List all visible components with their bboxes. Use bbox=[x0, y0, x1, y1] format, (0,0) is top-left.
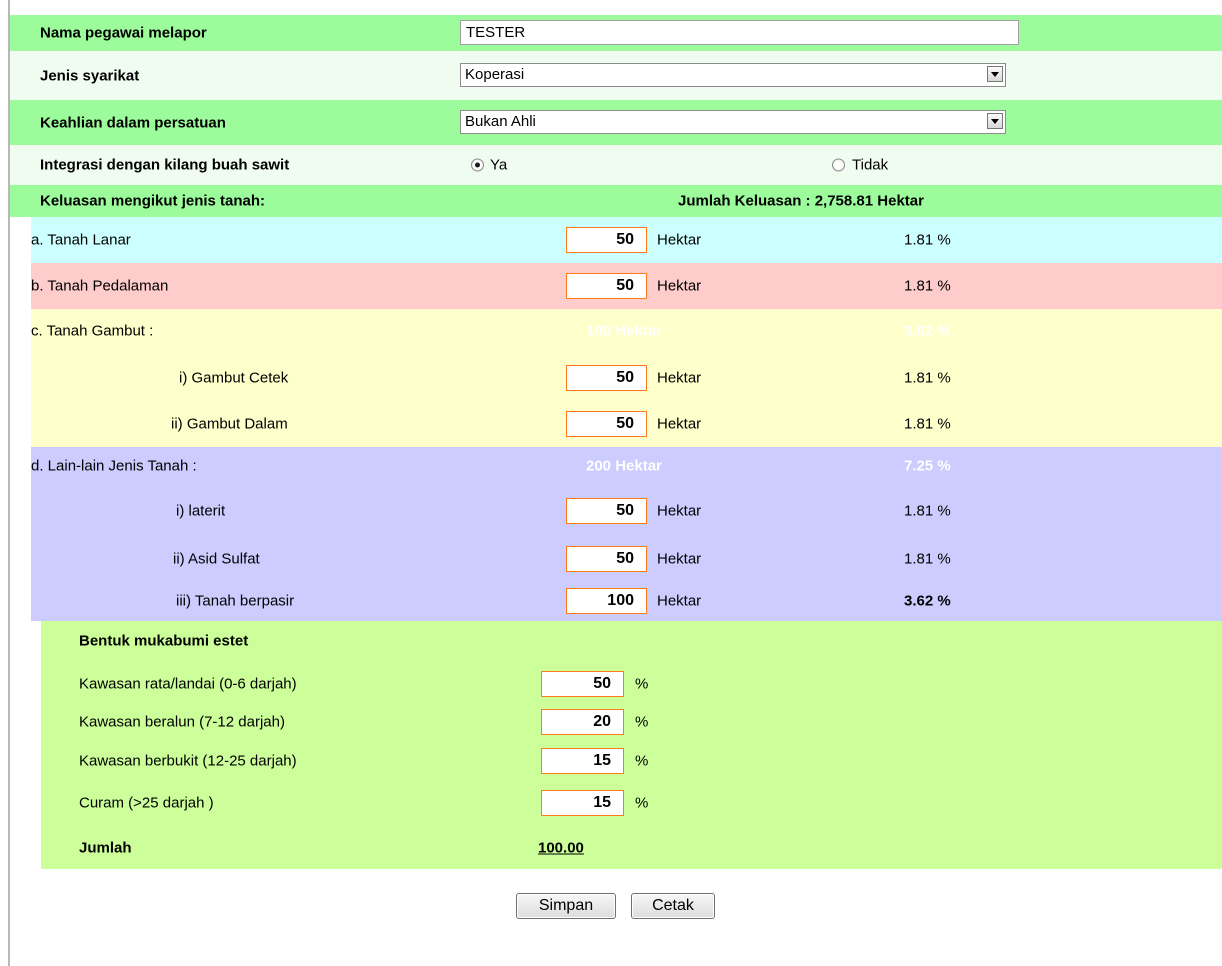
row-kawasan-berbukit: Kawasan berbukit (12-25 darjah) 15 % bbox=[41, 742, 1222, 780]
label-tanah-pedalaman: b. Tanah Pedalaman bbox=[31, 277, 169, 295]
block-tanah-gambut: c. Tanah Gambut : 100 Hektar 3.62 % i) G… bbox=[31, 309, 1222, 447]
lain-lain-total: 200 Hektar bbox=[586, 457, 662, 475]
label-nama-pegawai: Nama pegawai melapor bbox=[40, 24, 207, 42]
label-curam: Curam (>25 darjah ) bbox=[79, 794, 214, 812]
row-mukabumi-title: Bentuk mukabumi estet bbox=[41, 621, 1222, 661]
nama-pegawai-input[interactable] bbox=[460, 20, 1019, 45]
kawasan-rata-input[interactable]: 50 bbox=[541, 671, 624, 697]
tanah-gambut-total-percent: 3.62 % bbox=[904, 322, 951, 340]
curam-input[interactable]: 15 bbox=[541, 790, 624, 816]
unit-percent: % bbox=[635, 713, 649, 731]
keahlian-select[interactable]: Bukan Ahli bbox=[460, 110, 1006, 134]
label-gambut-cetek: i) Gambut Cetek bbox=[179, 369, 289, 387]
gambut-dalam-input[interactable]: 50 bbox=[566, 411, 647, 437]
unit-hektar: Hektar bbox=[657, 592, 702, 610]
row-keluasan-header: Keluasan mengikut jenis tanah: Jumlah Ke… bbox=[10, 185, 1222, 217]
gambut-cetek-input[interactable]: 50 bbox=[566, 365, 647, 391]
radio-tidak-label[interactable]: Tidak bbox=[852, 157, 888, 174]
jenis-syarikat-value: Koperasi bbox=[465, 66, 525, 83]
row-jumlah: Jumlah 100.00 bbox=[41, 831, 1222, 865]
radio-ya-label[interactable]: Ya bbox=[490, 157, 507, 174]
unit-hektar: Hektar bbox=[657, 502, 702, 520]
row-tanah-berpasir: iii) Tanah berpasir 100 Hektar 3.62 % bbox=[31, 581, 1222, 621]
label-kawasan-rata: Kawasan rata/landai (0-6 darjah) bbox=[79, 675, 297, 693]
unit-percent: % bbox=[635, 794, 649, 812]
label-asid-sulfat: ii) Asid Sulfat bbox=[173, 550, 260, 568]
radio-ya[interactable] bbox=[471, 158, 484, 172]
label-gambut-dalam: ii) Gambut Dalam bbox=[171, 415, 288, 433]
row-lain-lain: d. Lain-lain Jenis Tanah : 200 Hektar 7.… bbox=[31, 447, 1222, 485]
unit-hektar: Hektar bbox=[657, 415, 702, 433]
tanah-pedalaman-input[interactable]: 50 bbox=[566, 273, 647, 299]
jenis-syarikat-select[interactable]: Koperasi bbox=[460, 63, 1006, 87]
label-laterit: i) laterit bbox=[176, 502, 226, 520]
label-keahlian: Keahlian dalam persatuan bbox=[40, 114, 226, 131]
mukabumi-title: Bentuk mukabumi estet bbox=[79, 632, 249, 650]
block-mukabumi: Bentuk mukabumi estet Kawasan rata/landa… bbox=[41, 621, 1222, 869]
tanah-berpasir-input[interactable]: 100 bbox=[566, 588, 647, 614]
label-tanah-gambut: c. Tanah Gambut : bbox=[31, 322, 154, 340]
laterit-input[interactable]: 50 bbox=[566, 498, 647, 524]
chevron-down-icon[interactable] bbox=[987, 113, 1003, 129]
tanah-lanar-input[interactable]: 50 bbox=[566, 227, 647, 253]
cetak-button[interactable]: Cetak bbox=[631, 893, 715, 919]
label-tanah-lanar: a. Tanah Lanar bbox=[31, 231, 131, 249]
row-nama-pegawai: Nama pegawai melapor bbox=[10, 15, 1222, 51]
label-jenis-syarikat: Jenis syarikat bbox=[40, 67, 140, 84]
row-jenis-syarikat: Jenis syarikat Koperasi bbox=[10, 51, 1222, 100]
jumlah-value: 100.00 bbox=[538, 839, 584, 857]
label-integrasi: Integrasi dengan kilang buah sawit bbox=[40, 156, 290, 174]
unit-hektar: Hektar bbox=[657, 277, 702, 295]
row-kawasan-rata: Kawasan rata/landai (0-6 darjah) 50 % bbox=[41, 665, 1222, 703]
row-tanah-pedalaman: b. Tanah Pedalaman 50 Hektar 1.81 % bbox=[31, 263, 1222, 309]
keahlian-value: Bukan Ahli bbox=[465, 113, 536, 130]
asid-sulfat-percent: 1.81 % bbox=[904, 550, 951, 568]
kawasan-beralun-input[interactable]: 20 bbox=[541, 709, 624, 735]
chevron-down-icon[interactable] bbox=[987, 66, 1003, 82]
label-jumlah: Jumlah bbox=[79, 839, 132, 857]
tanah-berpasir-percent: 3.62 % bbox=[904, 592, 951, 610]
label-keluasan: Keluasan mengikut jenis tanah: bbox=[40, 192, 266, 210]
simpan-button[interactable]: Simpan bbox=[516, 893, 616, 919]
radio-tidak[interactable] bbox=[832, 158, 845, 172]
label-kawasan-beralun: Kawasan beralun (7-12 darjah) bbox=[79, 713, 285, 731]
unit-percent: % bbox=[635, 675, 649, 693]
unit-hektar: Hektar bbox=[657, 231, 702, 249]
row-tanah-lanar: a. Tanah Lanar 50 Hektar 1.81 % bbox=[31, 217, 1222, 263]
lain-lain-total-percent: 7.25 % bbox=[904, 457, 951, 475]
gambut-dalam-percent: 1.81 % bbox=[904, 415, 951, 433]
row-curam: Curam (>25 darjah ) 15 % bbox=[41, 784, 1222, 822]
row-kawasan-beralun: Kawasan beralun (7-12 darjah) 20 % bbox=[41, 703, 1222, 741]
row-integrasi: Integrasi dengan kilang buah sawit Ya Ti… bbox=[10, 145, 1222, 185]
unit-hektar: Hektar bbox=[657, 369, 702, 387]
label-tanah-berpasir: iii) Tanah berpasir bbox=[176, 592, 295, 610]
gambut-cetek-percent: 1.81 % bbox=[904, 369, 951, 387]
label-lain-lain: d. Lain-lain Jenis Tanah : bbox=[31, 457, 197, 475]
laterit-percent: 1.81 % bbox=[904, 502, 951, 520]
jumlah-keluasan: Jumlah Keluasan : 2,758.81 Hektar bbox=[678, 192, 924, 210]
asid-sulfat-input[interactable]: 50 bbox=[566, 546, 647, 572]
kawasan-berbukit-input[interactable]: 15 bbox=[541, 748, 624, 774]
block-lain-lain: d. Lain-lain Jenis Tanah : 200 Hektar 7.… bbox=[31, 447, 1222, 621]
label-kawasan-berbukit: Kawasan berbukit (12-25 darjah) bbox=[79, 752, 297, 770]
row-tanah-gambut: c. Tanah Gambut : 100 Hektar 3.62 % bbox=[31, 309, 1222, 353]
tanah-pedalaman-percent: 1.81 % bbox=[904, 277, 951, 295]
tanah-gambut-total: 100 Hektar bbox=[586, 322, 662, 340]
unit-hektar: Hektar bbox=[657, 550, 702, 568]
row-keahlian: Keahlian dalam persatuan Bukan Ahli bbox=[10, 100, 1222, 145]
row-gambut-dalam: ii) Gambut Dalam 50 Hektar 1.81 % bbox=[31, 401, 1222, 447]
row-gambut-cetek: i) Gambut Cetek 50 Hektar 1.81 % bbox=[31, 355, 1222, 401]
unit-percent: % bbox=[635, 752, 649, 770]
tanah-lanar-percent: 1.81 % bbox=[904, 231, 951, 249]
row-asid-sulfat: ii) Asid Sulfat 50 Hektar 1.81 % bbox=[31, 537, 1222, 581]
row-laterit: i) laterit 50 Hektar 1.81 % bbox=[31, 489, 1222, 533]
